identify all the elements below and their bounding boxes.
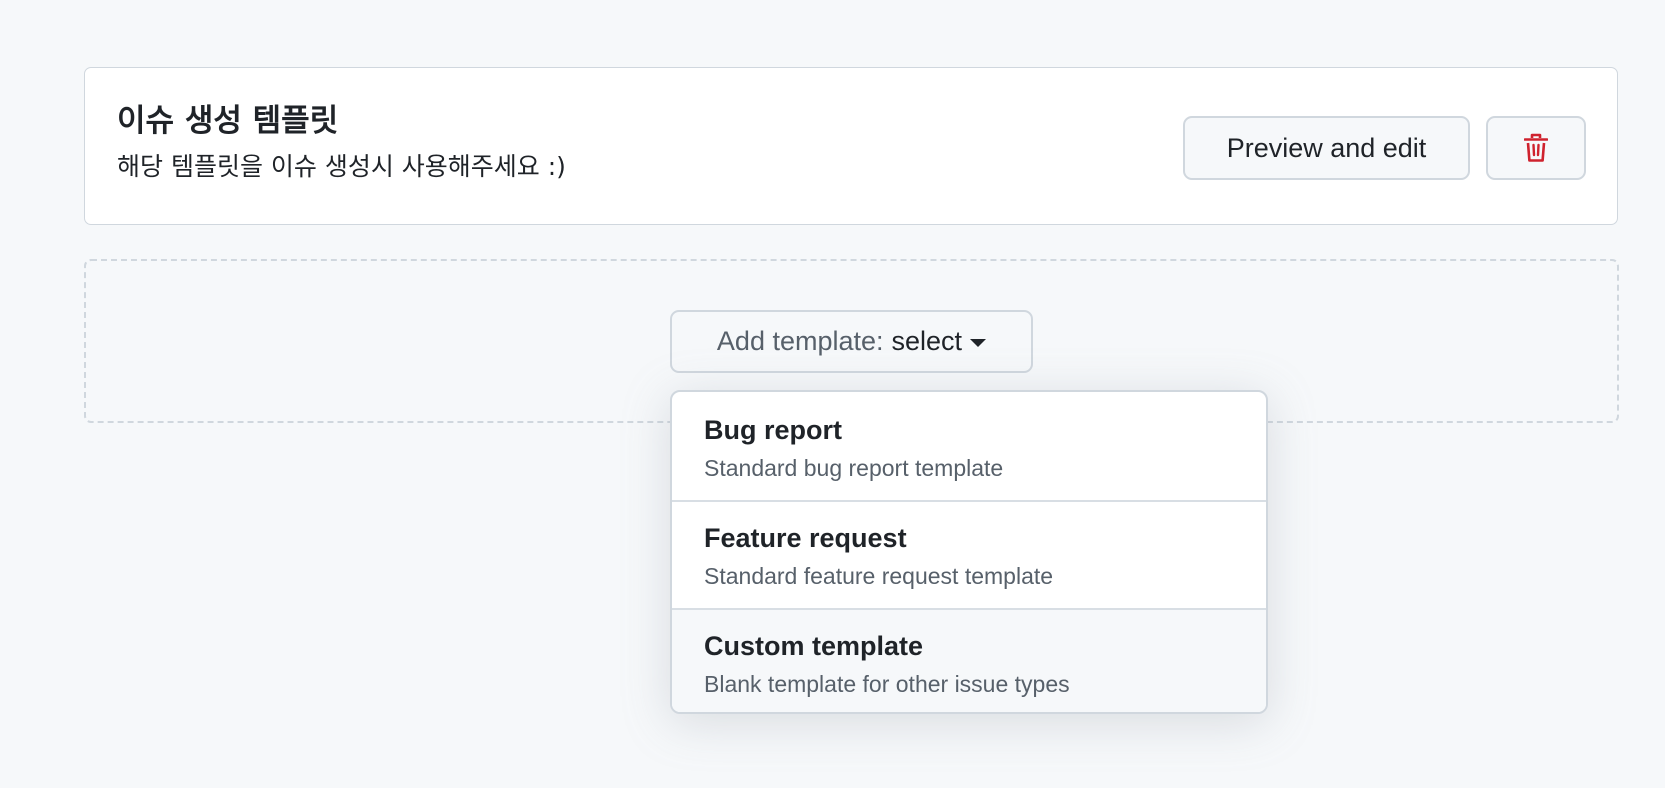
dropdown-item-title: Custom template <box>704 631 924 661</box>
add-template-select-button[interactable]: Add template: select <box>670 310 1033 373</box>
triangle-down-icon <box>970 339 987 347</box>
dropdown-item-bug-report[interactable]: Bug report Standard bug report template <box>672 392 1266 500</box>
template-title: 이슈 생성 템플릿 <box>117 103 339 139</box>
dropdown-item-custom-template[interactable]: Custom template Blank template for other… <box>672 608 1266 712</box>
add-template-label: Add template: <box>716 326 884 356</box>
dropdown-item-description: Standard feature request template <box>704 563 1054 589</box>
dropdown-item-feature-request[interactable]: Feature request Standard feature request… <box>672 500 1266 608</box>
template-description: 해당 템플릿을 이슈 생성시 사용해주세요 :) <box>117 152 566 181</box>
template-card: 이슈 생성 템플릿 해당 템플릿을 이슈 생성시 사용해주세요 :) Previ… <box>84 67 1618 225</box>
preview-and-edit-button[interactable]: Preview and edit <box>1183 116 1470 180</box>
dropdown-item-title: Bug report <box>704 415 842 445</box>
add-template-value: select <box>891 326 963 356</box>
dropdown-item-description: Blank template for other issue types <box>704 671 1070 697</box>
template-dropdown-menu: Bug report Standard bug report template … <box>670 390 1268 714</box>
trash-icon <box>1524 133 1548 162</box>
dropdown-item-description: Standard bug report template <box>704 455 1004 481</box>
dropdown-item-title: Feature request <box>704 523 907 553</box>
delete-template-button[interactable] <box>1486 116 1586 180</box>
